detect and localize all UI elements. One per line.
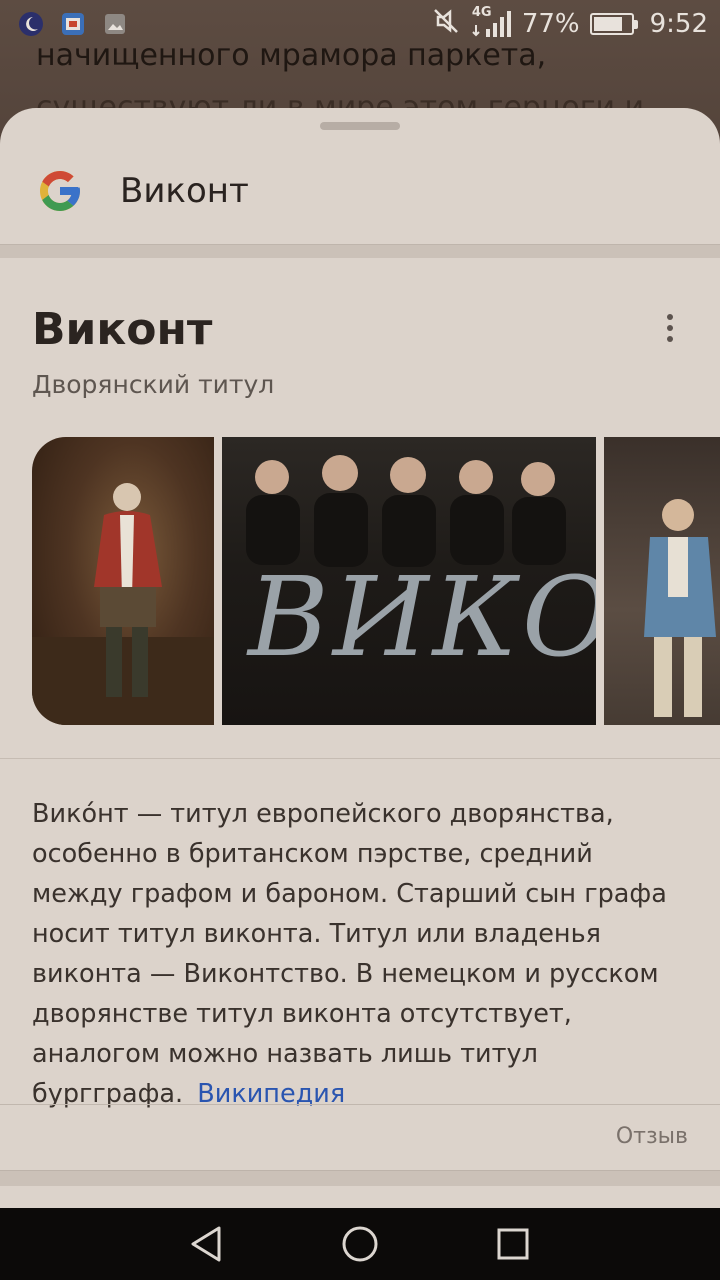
panel-title: Виконт [32,304,213,355]
divider [0,244,720,258]
divider [0,758,720,759]
network-type: 4G [471,5,492,20]
image-notification-icon [102,11,128,37]
image-carousel[interactable]: ВИКОНТ [32,437,720,725]
portrait-image[interactable] [32,437,214,725]
clock: 9:52 [649,9,708,39]
search-query: Виконт [120,171,249,211]
panel-description: Вико́нт — титул европейского дворянства,… [32,794,688,1114]
app-notification-icon [60,11,86,37]
more-vert-icon[interactable] [650,304,690,352]
feedback-link[interactable]: Отзыв [616,1124,688,1149]
navigation-bar [0,1208,720,1280]
section-separator [0,1170,720,1186]
search-bottom-sheet: Виконт Виконт Дворянский титул ВИК Вико́… [0,108,720,1208]
mute-icon [432,7,462,42]
back-icon[interactable] [183,1220,231,1268]
search-bar[interactable]: Виконт [0,138,720,244]
home-icon[interactable] [336,1220,384,1268]
google-g-icon [36,167,84,215]
status-bar: 4G 77% 9:52 [0,0,720,48]
band-logo-text: ВИКОНТ [248,553,596,681]
signal-icon: 4G [472,5,512,39]
moon-icon [18,11,44,37]
description-text: Вико́нт — титул европейского дворянства,… [32,799,667,1109]
panel-subtitle: Дворянский титул [32,370,275,399]
recents-icon[interactable] [489,1220,537,1268]
battery-icon [589,13,638,35]
battery-percent: 77% [521,9,580,39]
band-image[interactable]: ВИКОНТ [222,437,596,725]
divider [0,1104,720,1105]
sheet-drag-handle[interactable] [320,122,400,130]
period-drama-image[interactable] [604,437,720,725]
